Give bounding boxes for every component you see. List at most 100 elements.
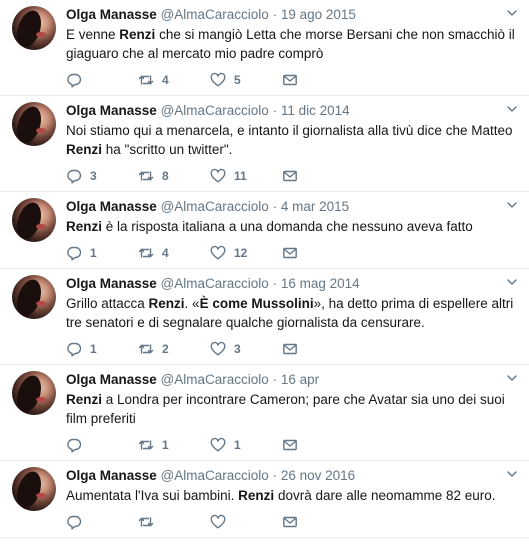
tweet-text: Aumentata l'Iva sui bambini. Renzi dovrà… [66, 486, 519, 505]
avatar[interactable] [12, 275, 56, 319]
reply-icon [67, 515, 82, 530]
retweet-count: 1 [162, 438, 169, 452]
tweet[interactable]: Olga Manasse @AlmaCaracciolo · 16 apr Re… [0, 365, 529, 461]
highlighted-text: Renzi [148, 296, 185, 311]
heart-icon [210, 341, 226, 356]
like-button[interactable]: 12 [210, 245, 282, 261]
chevron-down-icon[interactable] [507, 104, 517, 114]
author-handle[interactable]: @AlmaCaracciolo [161, 103, 269, 118]
direct-message-button[interactable] [282, 245, 354, 261]
reply-icon [67, 342, 82, 357]
avatar[interactable] [12, 6, 56, 50]
like-button[interactable]: 1 [210, 437, 282, 453]
tweet-date[interactable]: 19 ago 2015 [281, 7, 356, 22]
tweet-text: Renzi a Londra per incontrare Cameron; p… [66, 390, 519, 428]
text-segment: è la risposta italiana a una domanda che… [102, 219, 473, 234]
like-count: 1 [234, 438, 241, 452]
author-handle[interactable]: @AlmaCaracciolo [161, 199, 269, 214]
author-name[interactable]: Olga Manasse [66, 372, 157, 387]
tweet-date[interactable]: 16 mag 2014 [281, 276, 360, 291]
reply-button[interactable] [66, 514, 138, 530]
tweet-text: E venne Renzi che si mangiò Letta che mo… [66, 25, 519, 63]
chevron-down-icon[interactable] [507, 469, 517, 479]
highlighted-text: Renzi [66, 142, 103, 157]
chevron-down-icon[interactable] [507, 200, 517, 210]
retweet-icon [138, 344, 154, 354]
direct-message-button[interactable] [282, 168, 354, 184]
retweet-button[interactable]: 1 [138, 437, 210, 453]
retweet-button[interactable]: 2 [138, 341, 210, 357]
retweet-count: 4 [162, 73, 169, 87]
envelope-icon [283, 247, 297, 259]
avatar[interactable] [12, 467, 56, 511]
tweet[interactable]: Olga Manasse @AlmaCaracciolo · 26 nov 20… [0, 461, 529, 538]
author-handle[interactable]: @AlmaCaracciolo [161, 7, 269, 22]
separator: · [272, 103, 278, 118]
retweet-count: 2 [162, 342, 169, 356]
like-button[interactable]: 3 [210, 341, 282, 357]
tweet[interactable]: Olga Manasse @AlmaCaracciolo · 19 ago 20… [0, 0, 529, 96]
tweet-date[interactable]: 4 mar 2015 [281, 199, 349, 214]
retweet-button[interactable]: 8 [138, 168, 210, 184]
chevron-down-icon[interactable] [507, 277, 517, 287]
author-handle[interactable]: @AlmaCaracciolo [161, 468, 269, 483]
tweet-header: Olga Manasse @AlmaCaracciolo · 16 mag 20… [66, 275, 519, 293]
retweet-icon [138, 440, 154, 450]
tweet-actions: 3 8 11 [66, 161, 519, 191]
reply-button[interactable]: 1 [66, 341, 138, 357]
envelope-icon [283, 516, 297, 528]
like-count: 11 [234, 169, 247, 183]
highlighted-text: Renzi [119, 27, 156, 42]
tweet-actions: 1 4 12 [66, 238, 519, 268]
author-name[interactable]: Olga Manasse [66, 7, 157, 22]
text-segment: a Londra per incontrare Cameron; pare ch… [66, 392, 505, 426]
separator: · [272, 276, 278, 291]
avatar[interactable] [12, 102, 56, 146]
retweet-count: 8 [162, 169, 169, 183]
tweet-actions: 1 2 3 [66, 334, 519, 364]
direct-message-button[interactable] [282, 341, 354, 357]
reply-button[interactable]: 1 [66, 245, 138, 261]
text-segment: ha "scritto un twitter". [102, 142, 233, 157]
tweet-text: Grillo attacca Renzi. «È come Mussolini»… [66, 294, 519, 332]
author-name[interactable]: Olga Manasse [66, 199, 157, 214]
author-name[interactable]: Olga Manasse [66, 468, 157, 483]
tweet-date[interactable]: 11 dic 2014 [281, 103, 350, 118]
tweet-text: Noi stiamo qui a menarcela, e intanto il… [66, 121, 519, 159]
retweet-button[interactable]: 4 [138, 72, 210, 88]
tweet-header: Olga Manasse @AlmaCaracciolo · 16 apr [66, 371, 519, 389]
separator: · [272, 199, 278, 214]
tweet[interactable]: Olga Manasse @AlmaCaracciolo · 16 mag 20… [0, 269, 529, 365]
tweet[interactable]: Olga Manasse @AlmaCaracciolo · 4 mar 201… [0, 192, 529, 269]
like-button[interactable]: 11 [210, 168, 282, 184]
author-name[interactable]: Olga Manasse [66, 276, 157, 291]
author-handle[interactable]: @AlmaCaracciolo [161, 372, 269, 387]
author-handle[interactable]: @AlmaCaracciolo [161, 276, 269, 291]
retweet-icon [138, 171, 154, 181]
text-segment: . « [184, 296, 200, 311]
chevron-down-icon[interactable] [507, 8, 517, 18]
text-segment: E venne [66, 27, 120, 42]
direct-message-button[interactable] [282, 514, 354, 530]
direct-message-button[interactable] [282, 72, 354, 88]
direct-message-button[interactable] [282, 437, 354, 453]
separator: · [272, 372, 278, 387]
avatar[interactable] [12, 198, 56, 242]
tweet-date[interactable]: 16 apr [281, 372, 319, 387]
reply-button[interactable] [66, 72, 138, 88]
like-count: 5 [234, 73, 241, 87]
tweet-date[interactable]: 26 nov 2016 [281, 468, 355, 483]
like-button[interactable]: 5 [210, 72, 282, 88]
chevron-down-icon[interactable] [507, 373, 517, 383]
reply-button[interactable]: 3 [66, 168, 138, 184]
reply-button[interactable] [66, 437, 138, 453]
highlighted-text: Renzi [66, 219, 103, 234]
retweet-button[interactable] [138, 514, 210, 530]
tweet-actions: 1 1 [66, 430, 519, 460]
retweet-button[interactable]: 4 [138, 245, 210, 261]
reply-count: 3 [90, 169, 97, 183]
tweet[interactable]: Olga Manasse @AlmaCaracciolo · 11 dic 20… [0, 96, 529, 192]
author-name[interactable]: Olga Manasse [66, 103, 157, 118]
like-button[interactable] [210, 514, 282, 530]
avatar[interactable] [12, 371, 56, 415]
